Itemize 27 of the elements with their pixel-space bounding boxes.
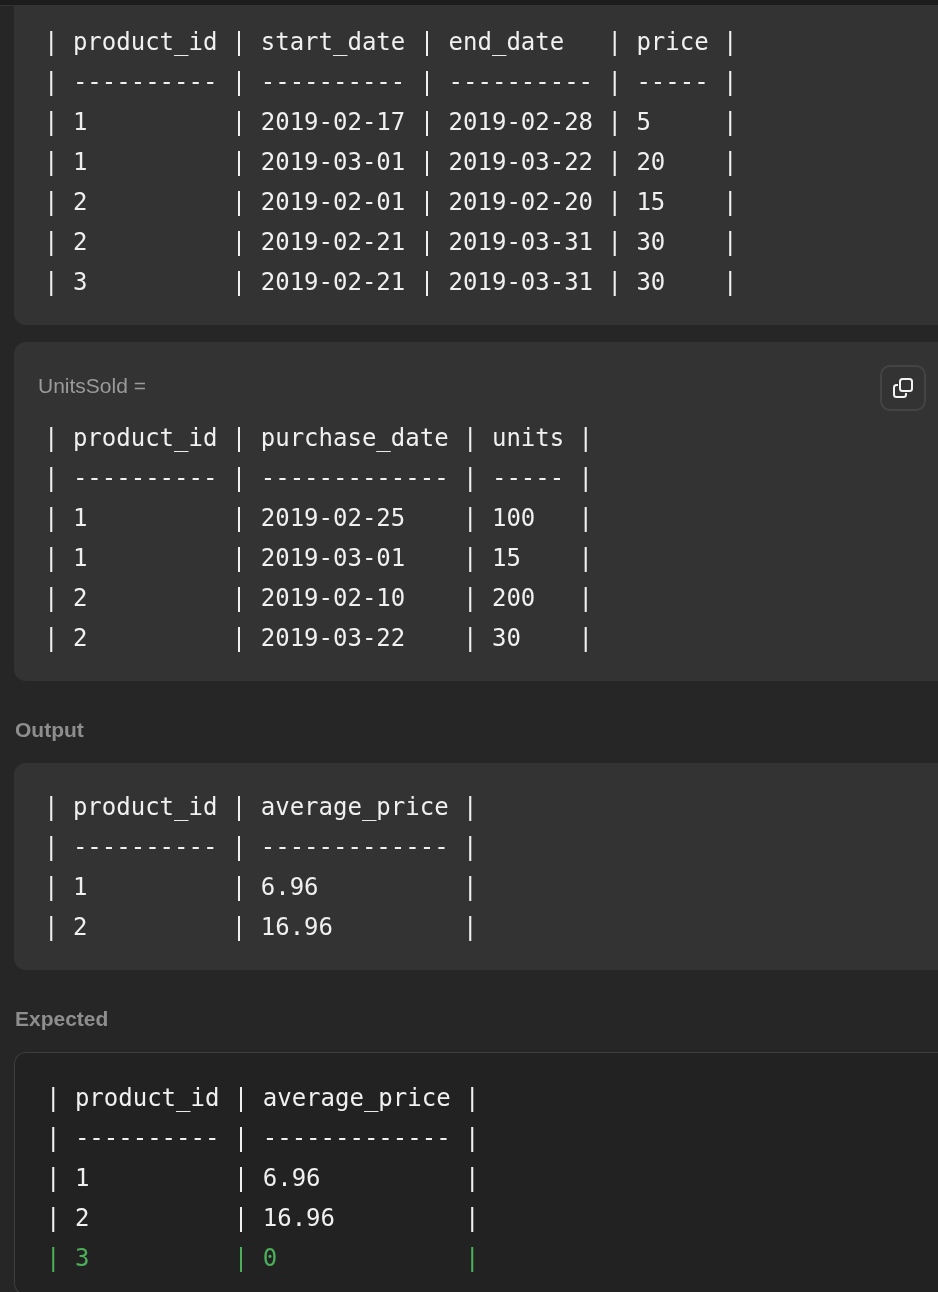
section-heading: Output: [14, 717, 85, 743]
code-line: | 1 | 2019-02-25 | 100 |: [44, 503, 594, 534]
variable-label: UnitsSold =: [38, 374, 146, 398]
code-line: | 1 | 2019-03-01 | 2019-03-22 | 20 |: [44, 147, 738, 178]
code-line: | 2 | 2019-03-22 | 30 |: [44, 623, 594, 654]
copy-icon: [892, 377, 914, 399]
code-line: | 2 | 16.96 |: [44, 912, 478, 943]
code-line: | product_id | average_price |: [46, 1083, 480, 1114]
code-line: | ---------- | ------------- | ----- |: [44, 463, 594, 494]
code-line: | 2 | 2019-02-01 | 2019-02-20 | 15 |: [44, 187, 738, 218]
code-line: | 2 | 2019-02-21 | 2019-03-31 | 30 |: [44, 227, 738, 258]
code-line: | 2 | 2019-02-10 | 200 |: [44, 583, 594, 614]
copy-button[interactable]: [880, 365, 926, 411]
code-line: | 1 | 6.96 |: [46, 1163, 480, 1194]
section-heading: Expected: [14, 1006, 110, 1032]
code-line: | 1 | 6.96 |: [44, 872, 478, 903]
code-line: | product_id | start_date | end_date | price |: [44, 27, 738, 58]
code-line: | product_id | purchase_date | units |: [44, 423, 594, 454]
code-line: | 1 | 2019-02-17 | 2019-02-28 | 5 |: [44, 107, 738, 138]
code-line: | 3 | 0 |: [46, 1243, 480, 1274]
code-line: | 1 | 2019-03-01 | 15 |: [44, 543, 594, 574]
code-line: | 2 | 16.96 |: [46, 1203, 480, 1234]
code-line: | ---------- | ---------- | ---------- | ----- |: [44, 67, 738, 98]
code-line: | ---------- | ------------- |: [46, 1123, 480, 1154]
code-line: | ---------- | ------------- |: [44, 832, 478, 863]
code-line: | 3 | 2019-02-21 | 2019-03-31 | 30 |: [44, 267, 738, 298]
code-line: | product_id | average_price |: [44, 792, 478, 823]
